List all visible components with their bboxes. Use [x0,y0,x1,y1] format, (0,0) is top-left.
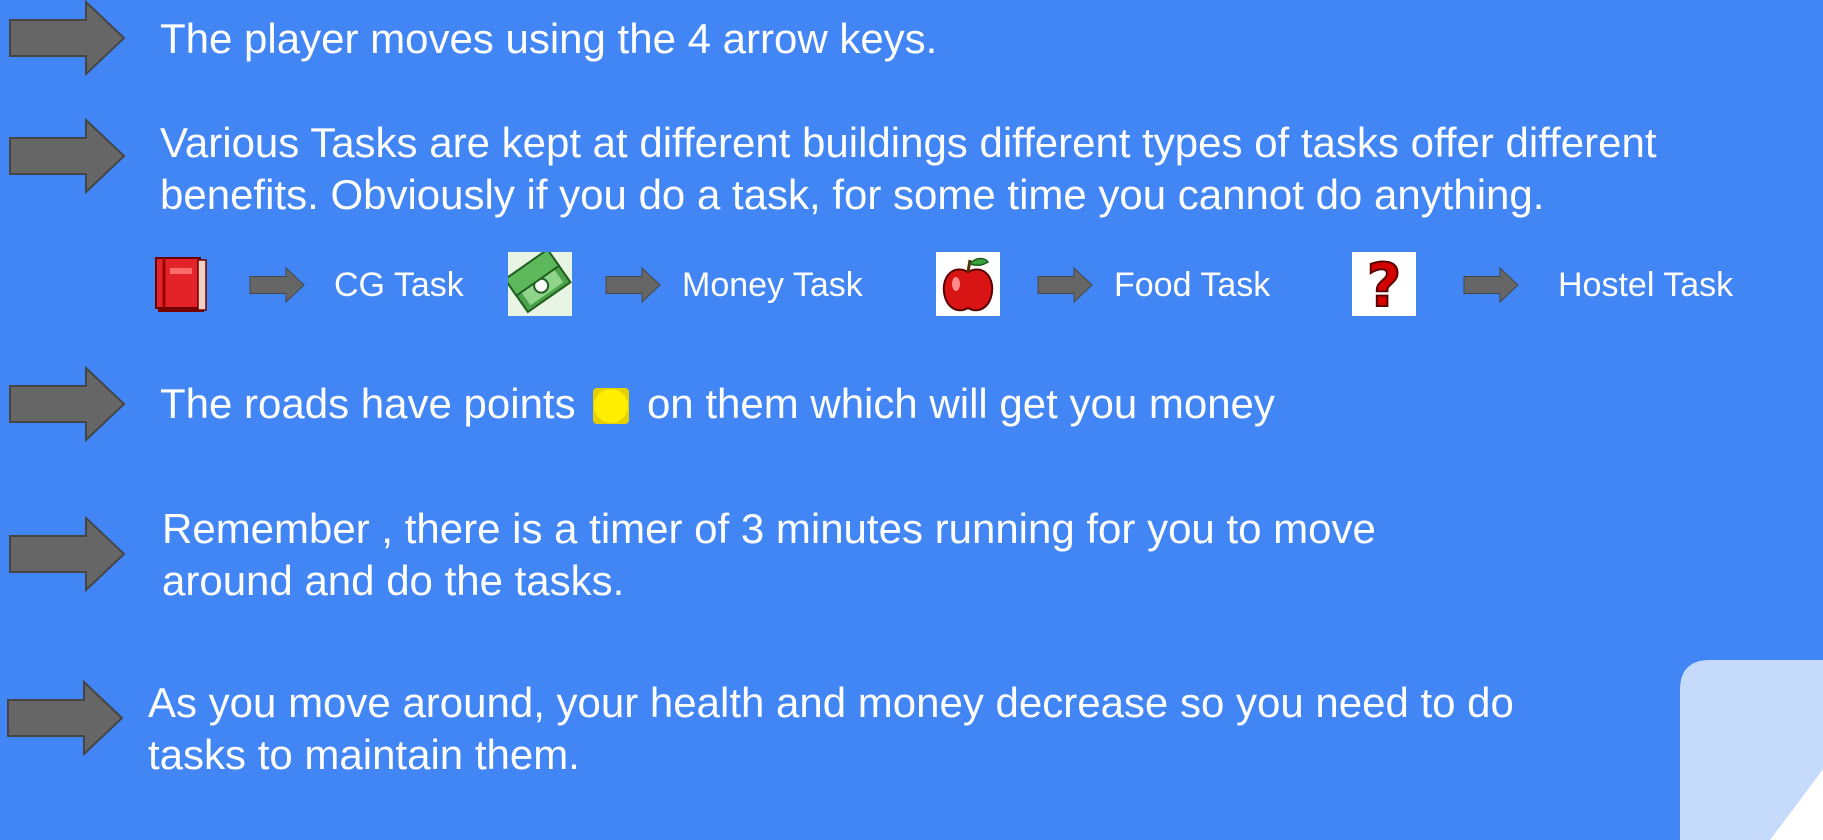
tasks-text-line-1: Various Tasks are kept at different buil… [160,119,1657,166]
instruction-slide: { "lines": { "movement": "The player mov… [0,0,1823,840]
arrow-icon [1030,267,1100,303]
arrow-icon [598,267,668,303]
health-text-line-1: As you move around, your health and mone… [148,679,1514,726]
coin-point-icon [593,388,630,424]
arrow-icon [1456,267,1526,303]
cg-task-label: CG Task [334,266,464,304]
question-mark-icon: ? [1352,252,1416,316]
money-task-label: Money Task [682,266,863,304]
timer-text-line-2: around and do the tasks. [162,557,625,604]
apple-icon [936,252,1000,316]
arrow-icon [6,680,124,756]
corner-decoration [1680,660,1823,840]
movement-text: The player moves using the 4 arrow keys. [160,15,938,62]
points-text-after: on them which will get you money [646,380,1275,427]
points-text-before: The roads have points [160,380,576,427]
points-text: The roads have points on them which will… [160,377,1275,431]
arrow-icon [8,118,126,194]
arrow-icon [8,0,126,76]
hostel-task-label: Hostel Task [1558,266,1734,304]
food-task-label: Food Task [1114,266,1271,304]
arrow-icon [242,267,312,303]
svg-text:?: ? [1367,252,1402,316]
timer-text-line-1: Remember , there is a timer of 3 minutes… [162,505,1376,552]
tasks-text-line-2: benefits. Obviously if you do a task, fo… [160,171,1545,218]
money-icon [508,252,572,316]
arrow-icon [8,516,126,592]
book-icon [155,257,207,312]
arrow-icon [8,366,126,442]
